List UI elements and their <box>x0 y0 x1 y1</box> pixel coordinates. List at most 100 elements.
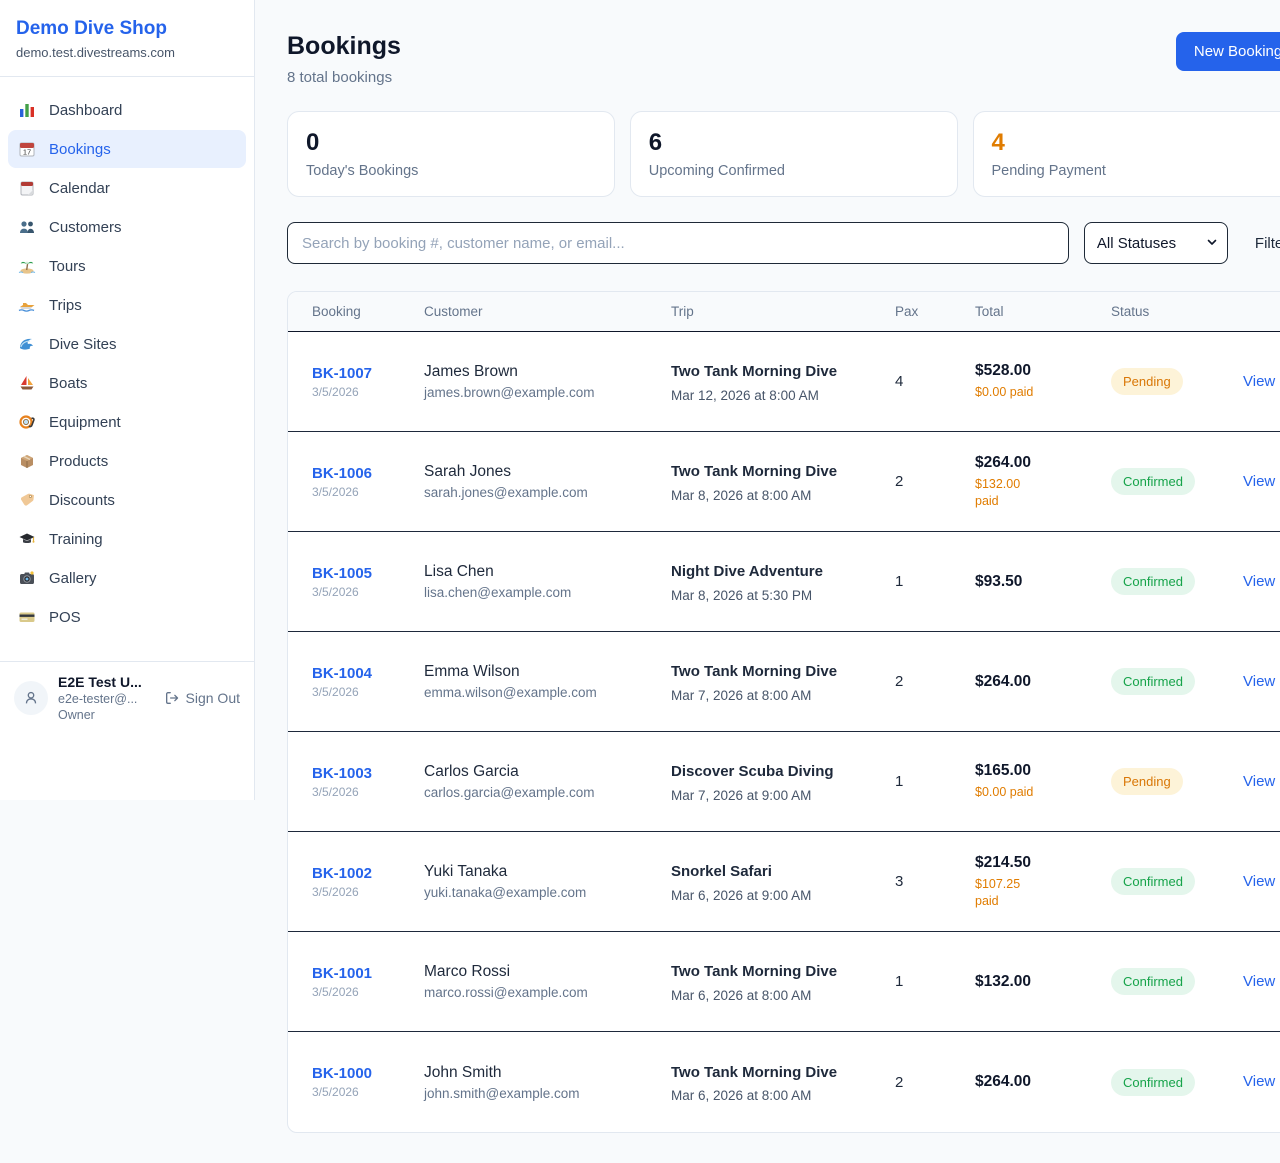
view-link[interactable]: View <box>1243 673 1275 690</box>
view-link[interactable]: View <box>1243 373 1275 390</box>
booking-date: 3/5/2026 <box>312 985 412 999</box>
total-cell: $214.50 $107.25 paid <box>975 854 1099 910</box>
customer-email: john.smith@example.com <box>424 1086 659 1101</box>
sidebar-item-bookings[interactable]: 17 Bookings <box>8 130 246 168</box>
status-cell: Pending <box>1111 768 1231 795</box>
total-cell: $165.00 $0.00 paid <box>975 762 1099 801</box>
sidebar-item-dive-sites[interactable]: Dive Sites <box>8 325 246 363</box>
view-link[interactable]: View <box>1243 573 1275 590</box>
view-link[interactable]: View <box>1243 473 1275 490</box>
paid-amount: $132.00 paid <box>975 476 1045 510</box>
customer-name: James Brown <box>424 363 659 381</box>
sidebar-item-dashboard[interactable]: Dashboard <box>8 91 246 129</box>
status-badge: Confirmed <box>1111 468 1195 495</box>
sidebar-item-products[interactable]: Products <box>8 442 246 480</box>
paid-amount: $107.25 paid <box>975 876 1045 910</box>
view-link[interactable]: View <box>1243 973 1275 990</box>
customer-email: lisa.chen@example.com <box>424 585 659 600</box>
table-row: BK-1006 3/5/2026 Sarah Jones sarah.jones… <box>288 432 1280 532</box>
status-cell: Confirmed <box>1111 468 1231 495</box>
trip-cell: Two Tank Morning Dive Mar 6, 2026 at 8:0… <box>671 1061 883 1103</box>
customer-name: Carlos Garcia <box>424 763 659 781</box>
status-select-wrap: All Statuses <box>1084 222 1228 264</box>
trip-time: Mar 6, 2026 at 8:00 AM <box>671 1088 883 1103</box>
column-header-customer: Customer <box>424 304 659 319</box>
total-amount: $528.00 <box>975 362 1099 380</box>
total-amount: $132.00 <box>975 973 1099 991</box>
customer-cell: Sarah Jones sarah.jones@example.com <box>424 463 659 500</box>
customer-cell: Marco Rossi marco.rossi@example.com <box>424 963 659 1000</box>
brand-block: Demo Dive Shop demo.test.divestreams.com <box>0 0 254 77</box>
sign-out-button[interactable]: Sign Out <box>164 690 240 706</box>
status-badge: Confirmed <box>1111 1069 1195 1096</box>
booking-number-link[interactable]: BK-1006 <box>312 465 412 482</box>
speedboat-icon <box>18 296 36 314</box>
sidebar-item-gallery[interactable]: Gallery <box>8 559 246 597</box>
trip-name: Two Tank Morning Dive <box>671 1061 883 1084</box>
stat-card-pending-payment: 4 Pending Payment <box>973 111 1280 197</box>
customer-name: John Smith <box>424 1064 659 1082</box>
booking-cell: BK-1000 3/5/2026 <box>312 1065 412 1099</box>
trip-cell: Two Tank Morning Dive Mar 6, 2026 at 8:0… <box>671 960 883 1002</box>
sidebar-item-training[interactable]: Training <box>8 520 246 558</box>
customer-cell: James Brown james.brown@example.com <box>424 363 659 400</box>
booking-number-link[interactable]: BK-1003 <box>312 765 412 782</box>
sidebar-item-calendar[interactable]: Calendar <box>8 169 246 207</box>
customer-email: sarah.jones@example.com <box>424 485 659 500</box>
status-badge: Confirmed <box>1111 668 1195 695</box>
booking-date: 3/5/2026 <box>312 485 412 499</box>
sidebar-item-tours[interactable]: Tours <box>8 247 246 285</box>
total-cell: $264.00 $132.00 paid <box>975 454 1099 510</box>
trip-name: Two Tank Morning Dive <box>671 360 883 383</box>
table-row: BK-1003 3/5/2026 Carlos Garcia carlos.ga… <box>288 732 1280 832</box>
trip-name: Two Tank Morning Dive <box>671 960 883 983</box>
view-cell: View <box>1243 773 1275 791</box>
booking-number-link[interactable]: BK-1002 <box>312 865 412 882</box>
view-link[interactable]: View <box>1243 773 1275 790</box>
user-meta: E2E Test U... e2e-tester@... Owner <box>58 674 154 722</box>
pax-value: 1 <box>895 573 963 590</box>
trip-name: Two Tank Morning Dive <box>671 660 883 683</box>
booking-number-link[interactable]: BK-1005 <box>312 565 412 582</box>
sidebar-item-pos[interactable]: POS <box>8 598 246 636</box>
wave-icon <box>18 335 36 353</box>
status-badge: Pending <box>1111 768 1183 795</box>
stat-value: 6 <box>649 129 939 157</box>
sidebar-item-label: Boats <box>49 375 87 392</box>
table-row: BK-1000 3/5/2026 John Smith john.smith@e… <box>288 1032 1280 1132</box>
table-header-row: Booking Customer Trip Pax Total Status <box>288 292 1280 332</box>
status-cell: Pending <box>1111 368 1231 395</box>
booking-number-link[interactable]: BK-1000 <box>312 1065 412 1082</box>
search-input[interactable] <box>287 222 1069 264</box>
view-cell: View <box>1243 673 1275 691</box>
status-badge: Confirmed <box>1111 868 1195 895</box>
trip-time: Mar 6, 2026 at 9:00 AM <box>671 888 883 903</box>
view-link[interactable]: View <box>1243 1073 1275 1090</box>
booking-cell: BK-1004 3/5/2026 <box>312 665 412 699</box>
user-name: E2E Test U... <box>58 674 154 690</box>
new-booking-button[interactable]: New Booking <box>1176 32 1280 71</box>
status-select[interactable]: All Statuses <box>1084 222 1228 264</box>
filter-row: All Statuses Filter <box>287 222 1280 264</box>
customer-cell: Carlos Garcia carlos.garcia@example.com <box>424 763 659 800</box>
paid-amount: $0.00 paid <box>975 384 1045 401</box>
booking-number-link[interactable]: BK-1007 <box>312 365 412 382</box>
total-amount: $214.50 <box>975 854 1099 872</box>
sidebar-item-discounts[interactable]: Discounts <box>8 481 246 519</box>
credit-card-icon <box>18 608 36 626</box>
view-link[interactable]: View <box>1243 873 1275 890</box>
sidebar-item-trips[interactable]: Trips <box>8 286 246 324</box>
table-row: BK-1001 3/5/2026 Marco Rossi marco.rossi… <box>288 932 1280 1032</box>
pax-value: 1 <box>895 973 963 990</box>
view-cell: View <box>1243 373 1275 391</box>
trip-time: Mar 6, 2026 at 8:00 AM <box>671 988 883 1003</box>
stat-value: 4 <box>992 129 1280 157</box>
booking-number-link[interactable]: BK-1004 <box>312 665 412 682</box>
sidebar-item-equipment[interactable]: Equipment <box>8 403 246 441</box>
booking-number-link[interactable]: BK-1001 <box>312 965 412 982</box>
sidebar-item-customers[interactable]: Customers <box>8 208 246 246</box>
trip-time: Mar 8, 2026 at 8:00 AM <box>671 488 883 503</box>
view-cell: View <box>1243 573 1275 591</box>
sidebar-item-boats[interactable]: Boats <box>8 364 246 402</box>
page-title: Bookings <box>287 32 401 61</box>
